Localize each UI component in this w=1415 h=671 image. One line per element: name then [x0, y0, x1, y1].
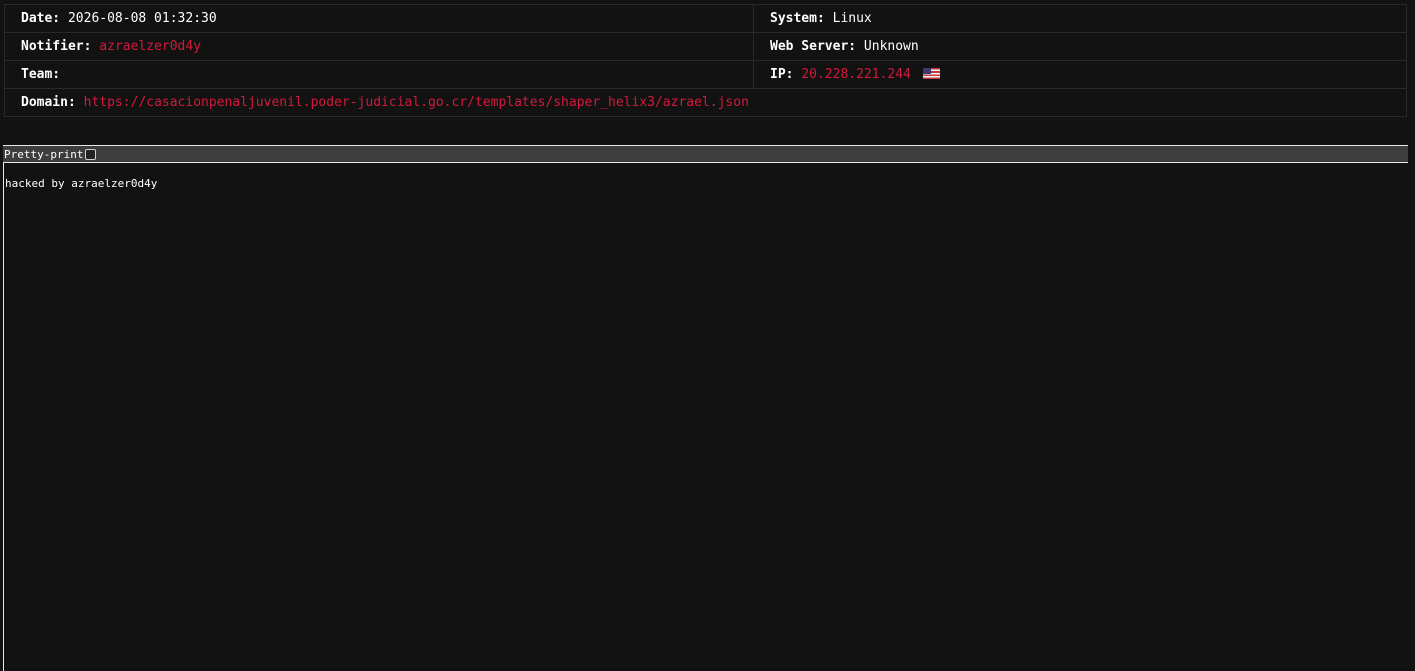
webserver-label: Web Server:: [770, 39, 857, 54]
domain-label: Domain:: [21, 95, 76, 110]
raw-content-frame: hacked by azraelzer0d4y: [3, 163, 1415, 671]
notifier-link[interactable]: azraelzer0d4y: [99, 39, 201, 54]
info-row-team-ip: Team: IP: 20.228.221.244: [4, 60, 1407, 89]
team-label: Team:: [21, 67, 61, 82]
info-row-notifier-webserver: Notifier: azraelzer0d4y Web Server: Unkn…: [4, 32, 1407, 61]
team-cell: Team:: [4, 60, 754, 89]
system-cell: System: Linux: [753, 4, 1407, 33]
ip-link[interactable]: 20.228.221.244: [801, 67, 911, 82]
pretty-print-checkbox[interactable]: [85, 148, 97, 160]
system-label: System:: [770, 11, 825, 26]
pretty-print-toggle[interactable]: Pretty-print: [4, 147, 97, 161]
pretty-print-label: Pretty-print: [4, 147, 84, 161]
domain-cell: Domain: https://casacionpenaljuvenil.pod…: [4, 88, 1407, 117]
date-cell: Date: 2026-08-08 01:32:30: [4, 4, 754, 33]
info-row-domain: Domain: https://casacionpenaljuvenil.pod…: [4, 88, 1407, 117]
pretty-print-toolbar: Pretty-print: [3, 145, 1408, 163]
ip-label: IP:: [770, 67, 794, 82]
date-label: Date:: [21, 11, 61, 26]
system-value: Linux: [832, 11, 872, 26]
date-value: 2026-08-08 01:32:30: [67, 11, 217, 26]
webserver-cell: Web Server: Unknown: [753, 32, 1407, 61]
ip-cell: IP: 20.228.221.244: [753, 60, 1407, 89]
notifier-label: Notifier:: [21, 39, 92, 54]
raw-content-text: hacked by azraelzer0d4y: [5, 177, 158, 190]
domain-link[interactable]: https://casacionpenaljuvenil.poder-judic…: [84, 95, 749, 110]
webserver-value: Unknown: [863, 39, 919, 54]
notifier-cell: Notifier: azraelzer0d4y: [4, 32, 754, 61]
mirror-info-table: Date: 2026-08-08 01:32:30 System: Linux …: [4, 4, 1407, 117]
info-row-date-system: Date: 2026-08-08 01:32:30 System: Linux: [4, 4, 1407, 33]
us-flag-icon: [922, 68, 940, 79]
